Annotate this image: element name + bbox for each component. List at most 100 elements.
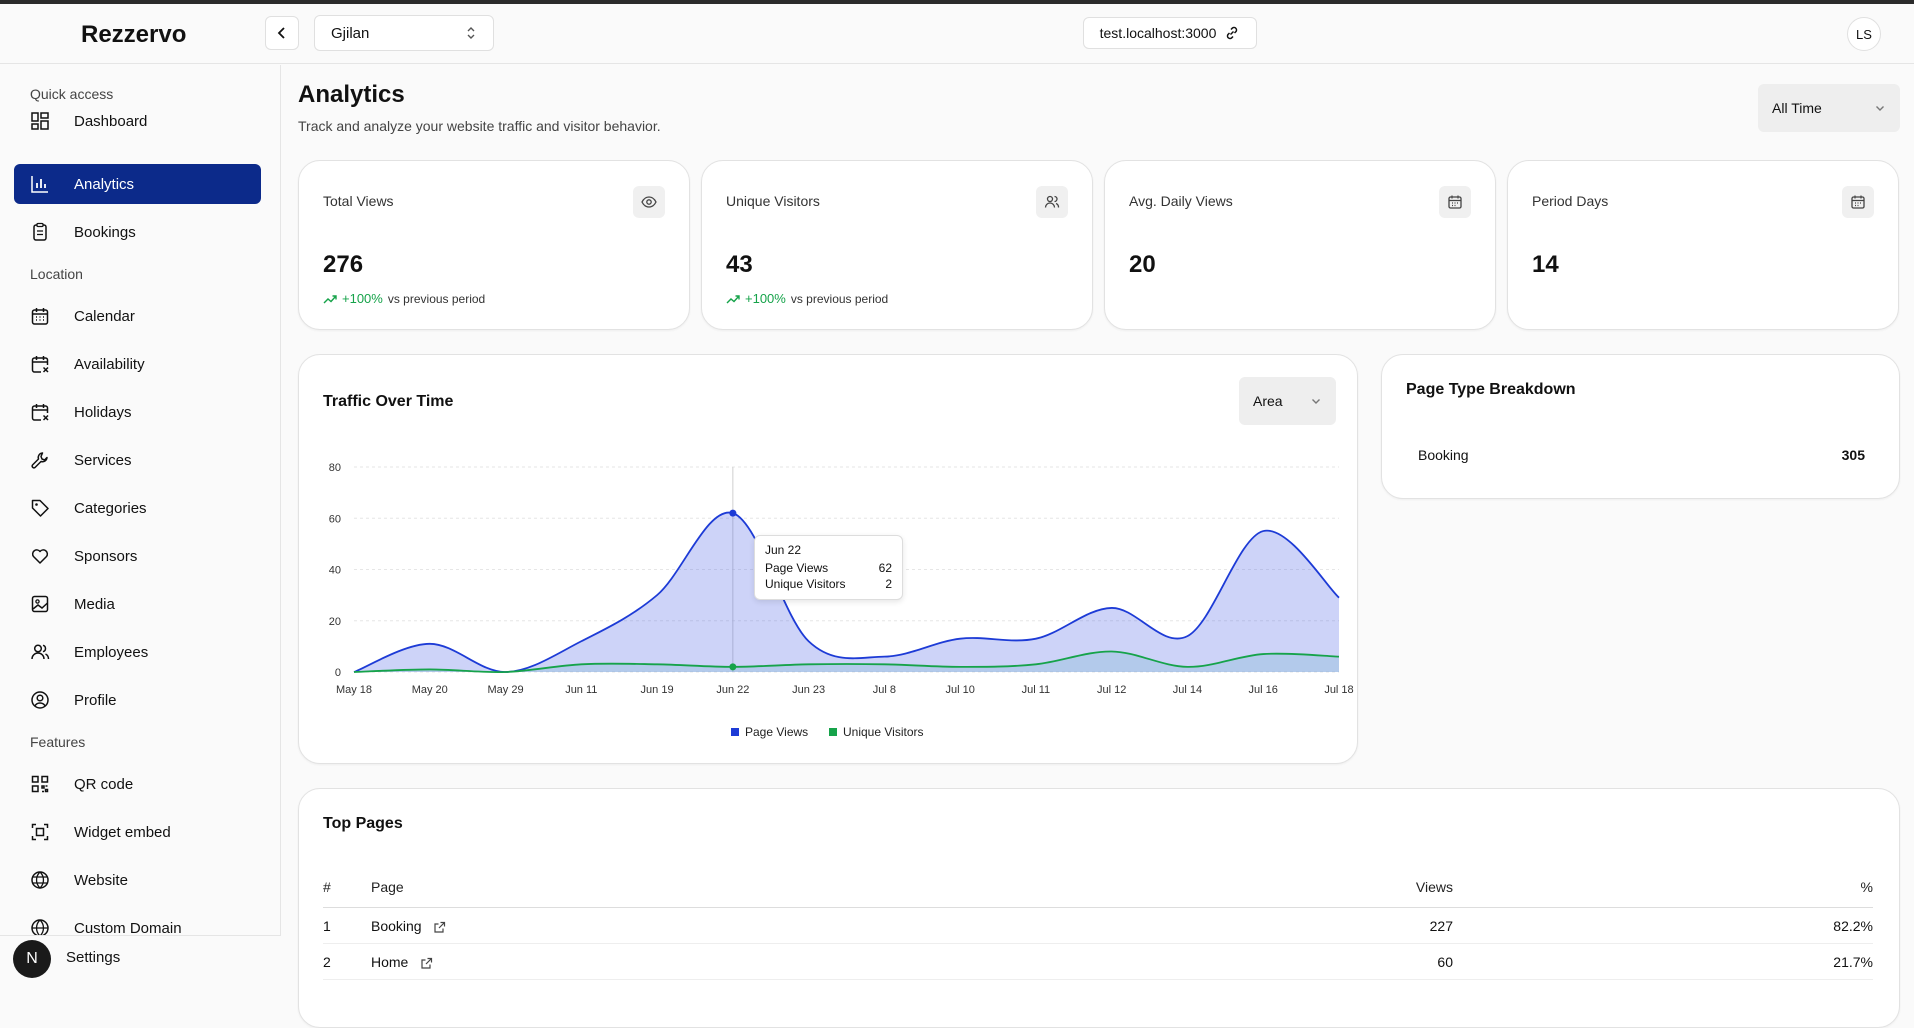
brand-logo[interactable]: Rezzervo: [81, 21, 186, 49]
table-row: 2 Home 60 21.7%: [323, 943, 1873, 980]
stat-value: 14: [1532, 251, 1559, 278]
x-tick-label: May 29: [487, 684, 523, 696]
y-tick-label: 0: [335, 667, 341, 679]
sidebar-item-label: Availability: [74, 355, 145, 373]
column-header-page: Page: [371, 873, 1253, 908]
chevron-left-icon: [277, 27, 285, 39]
sidebar-item-website[interactable]: Website: [14, 860, 261, 900]
sidebar-item-media[interactable]: Media: [14, 584, 261, 624]
legend-label: Unique Visitors: [843, 725, 923, 739]
site-url-link[interactable]: test.localhost:3000: [1083, 17, 1257, 49]
widget-icon: [30, 822, 50, 842]
row-page-name[interactable]: Home: [371, 954, 408, 970]
tooltip-label: Page Views: [765, 561, 829, 575]
row-page-cell: Booking: [371, 907, 1253, 944]
collapse-sidebar-button[interactable]: [265, 16, 299, 50]
sidebar-item-label: QR code: [74, 775, 134, 793]
tooltip-value: 62: [878, 561, 892, 575]
sidebar-item-label: Widget embed: [74, 823, 171, 841]
column-header-percent: %: [1453, 873, 1873, 908]
calendar-icon: [1439, 186, 1471, 218]
sidebar-item-availability[interactable]: Availability: [14, 344, 261, 384]
x-tick-label: Jul 16: [1249, 684, 1278, 696]
image-icon: [30, 594, 50, 614]
row-percent: 21.7%: [1453, 943, 1873, 980]
sidebar-item-label: Custom Domain: [74, 919, 182, 937]
row-rank: 2: [323, 943, 371, 980]
sidebar-item-label: Calendar: [74, 307, 135, 325]
breakdown-value: 305: [1841, 447, 1865, 463]
legend-label: Page Views: [745, 725, 808, 739]
stat-value: 276: [323, 251, 364, 278]
trending-up-icon: [726, 294, 740, 303]
external-link-icon[interactable]: [420, 957, 433, 970]
stat-trend: +100% vs previous period: [323, 291, 485, 306]
stat-card-period-days: Period Days 14: [1507, 160, 1899, 330]
tooltip-category: Jun 22: [765, 543, 802, 557]
eye-icon: [633, 186, 665, 218]
stat-card-unique-visitors: Unique Visitors 43 +100% vs previous per…: [701, 160, 1093, 330]
nextjs-badge[interactable]: N: [13, 940, 51, 978]
x-tick-label: Jun 19: [641, 684, 674, 696]
sidebar-item-analytics[interactable]: Analytics: [14, 164, 261, 204]
row-page-name[interactable]: Booking: [371, 918, 422, 934]
users-icon: [30, 642, 50, 662]
sidebar-item-holidays[interactable]: Holidays: [14, 392, 261, 432]
qr-code-icon: [30, 774, 50, 794]
user-avatar[interactable]: LS: [1847, 17, 1881, 51]
y-tick-label: 80: [329, 462, 341, 474]
stat-card-avg-daily-views: Avg. Daily Views 20: [1104, 160, 1496, 330]
sidebar-item-dashboard[interactable]: Dashboard: [14, 101, 261, 141]
clipboard-icon: [30, 222, 50, 242]
stat-value: 43: [726, 251, 753, 278]
analytics-icon: [30, 174, 50, 194]
trending-up-icon: [323, 294, 337, 303]
location-select[interactable]: Gjilan: [314, 15, 494, 51]
top-header: Rezzervo Gjilan test.localhost:3000 LS: [0, 4, 1914, 64]
calendar-icon: [1842, 186, 1874, 218]
tag-icon: [30, 498, 50, 518]
top-pages-card: Top Pages # Page Views % 1 Booking 227 8…: [298, 788, 1900, 1028]
stat-change-note: vs previous period: [790, 291, 889, 306]
sidebar-item-categories[interactable]: Categories: [14, 488, 261, 528]
sidebar-item-employees[interactable]: Employees: [14, 632, 261, 672]
x-tick-label: Jul 8: [873, 684, 896, 696]
link-icon: [1227, 26, 1238, 40]
x-tick-label: Jun 22: [716, 684, 749, 696]
tooltip-label: Unique Visitors: [765, 577, 846, 591]
sidebar-item-widget-embed[interactable]: Widget embed: [14, 812, 261, 852]
sidebar-item-settings[interactable]: Settings: [66, 949, 120, 966]
legend-swatch: [731, 728, 739, 736]
time-range-select[interactable]: All Time: [1758, 84, 1900, 132]
table-header-row: # Page Views %: [323, 873, 1873, 908]
x-tick-label: May 20: [412, 684, 448, 696]
calendar-x-icon: [30, 402, 50, 422]
column-header-rank: #: [323, 873, 371, 908]
sidebar-item-label: Services: [74, 451, 132, 469]
sidebar-item-label: Bookings: [74, 223, 136, 241]
x-tick-label: Jul 18: [1324, 684, 1353, 696]
external-link-icon[interactable]: [433, 921, 446, 934]
sidebar-section-location: Location: [30, 266, 83, 282]
globe-icon: [30, 870, 50, 890]
stat-label: Total Views: [323, 193, 394, 209]
sidebar-item-calendar[interactable]: Calendar: [14, 296, 261, 336]
sidebar-section-features: Features: [30, 734, 86, 750]
sidebar-item-services[interactable]: Services: [14, 440, 261, 480]
sidebar-item-qr-code[interactable]: QR code: [14, 764, 261, 804]
chart-tooltip: Jun 22 Page Views 62 Unique Visitors 2: [754, 535, 903, 600]
stat-trend: +100% vs previous period: [726, 291, 888, 306]
sidebar-item-sponsors[interactable]: Sponsors: [14, 536, 261, 576]
breakdown-title: Page Type Breakdown: [1406, 381, 1576, 398]
x-tick-label: May 18: [336, 684, 372, 696]
legend-swatch: [829, 728, 837, 736]
users-icon: [1036, 186, 1068, 218]
sidebar-item-label: Employees: [74, 643, 149, 661]
active-point: [729, 509, 737, 517]
page-type-breakdown-card: Page Type Breakdown Booking 305: [1381, 354, 1900, 499]
page-title: Analytics: [298, 81, 405, 108]
stat-label: Unique Visitors: [726, 193, 820, 209]
sidebar-item-bookings[interactable]: Bookings: [14, 212, 261, 252]
y-tick-label: 60: [329, 513, 341, 525]
sidebar-item-profile[interactable]: Profile: [14, 680, 261, 720]
